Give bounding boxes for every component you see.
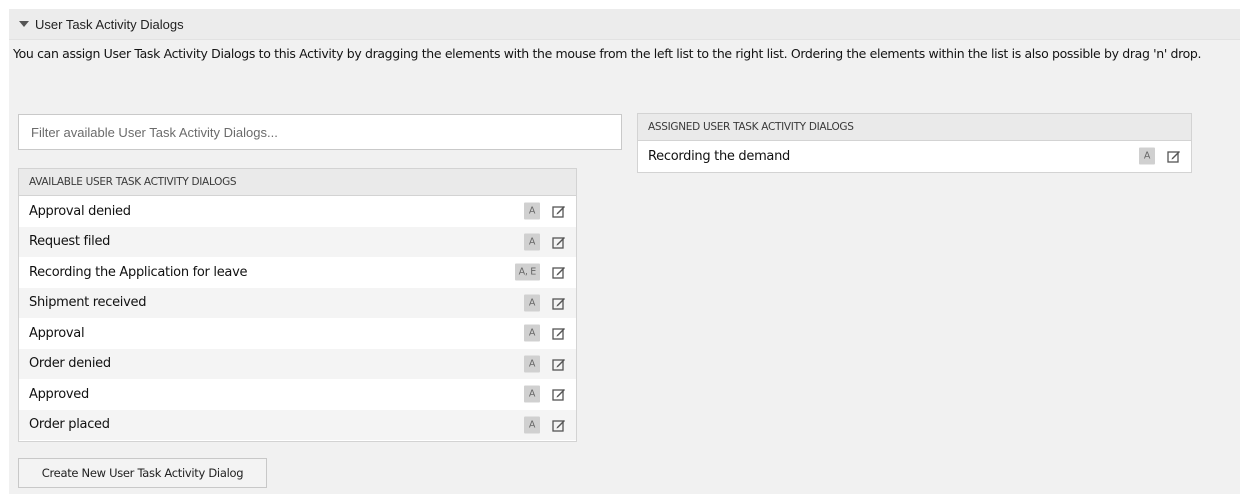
available-list-header: AVAILABLE USER TASK ACTIVITY DIALOGS — [19, 169, 576, 196]
dialog-item-badge: A — [524, 385, 540, 403]
available-dialog-item[interactable]: Approved A — [19, 379, 576, 410]
assigned-list-header: ASSIGNED USER TASK ACTIVITY DIALOGS — [638, 114, 1191, 141]
create-new-dialog-button[interactable]: Create New User Task Activity Dialog — [18, 458, 267, 488]
edit-icon[interactable] — [552, 418, 566, 432]
dialog-item-label: Order denied — [29, 356, 111, 372]
dialog-item-label: Approval denied — [29, 203, 131, 219]
available-dialog-item[interactable]: Request filed A — [19, 226, 576, 257]
dialog-item-badge: A — [524, 416, 540, 434]
dialog-item-label: Approved — [29, 386, 89, 402]
panel-description: You can assign User Task Activity Dialog… — [13, 46, 1202, 61]
caret-down-icon — [19, 21, 29, 27]
dialog-item-badge: A — [524, 233, 540, 251]
dialog-item-label: Recording the demand — [648, 148, 790, 164]
edit-icon[interactable] — [552, 204, 566, 218]
dialog-item-label: Request filed — [29, 234, 111, 250]
edit-icon[interactable] — [1167, 149, 1181, 163]
assigned-dialogs-list: ASSIGNED USER TASK ACTIVITY DIALOGS Reco… — [637, 113, 1192, 173]
dialog-item-label: Order placed — [29, 417, 110, 433]
dialog-item-badge: A — [1139, 147, 1155, 165]
edit-icon[interactable] — [552, 387, 566, 401]
dialog-item-label: Recording the Application for leave — [29, 264, 248, 280]
assigned-dialog-item[interactable]: Recording the demand A — [638, 141, 1191, 172]
available-dialog-item[interactable]: Order placed A — [19, 409, 576, 440]
available-dialog-item[interactable]: Order denied A — [19, 348, 576, 379]
dialog-item-label: Shipment received — [29, 295, 147, 311]
filter-available-dialogs-input[interactable] — [18, 114, 622, 150]
dialog-item-badge: A — [524, 202, 540, 220]
available-dialog-item[interactable]: Approval denied A — [19, 196, 576, 227]
edit-icon[interactable] — [552, 296, 566, 310]
available-dialog-item[interactable]: Shipment received A — [19, 287, 576, 318]
edit-icon[interactable] — [552, 326, 566, 340]
available-dialogs-list: AVAILABLE USER TASK ACTIVITY DIALOGS App… — [18, 168, 577, 442]
available-dialog-item[interactable]: Recording the Application for leave A, E — [19, 257, 576, 288]
panel-title: User Task Activity Dialogs — [35, 16, 184, 32]
dialog-item-badge: A — [524, 355, 540, 373]
edit-icon[interactable] — [552, 235, 566, 249]
dialog-item-label: Approval — [29, 325, 85, 341]
edit-icon[interactable] — [552, 357, 566, 371]
dialog-item-badge: A — [524, 324, 540, 342]
available-dialog-item[interactable]: Approval A — [19, 318, 576, 349]
dialog-item-badge: A — [524, 294, 540, 312]
dialog-item-badge: A, E — [514, 263, 540, 281]
edit-icon[interactable] — [552, 265, 566, 279]
panel-header-toggle[interactable]: User Task Activity Dialogs — [9, 9, 1240, 40]
